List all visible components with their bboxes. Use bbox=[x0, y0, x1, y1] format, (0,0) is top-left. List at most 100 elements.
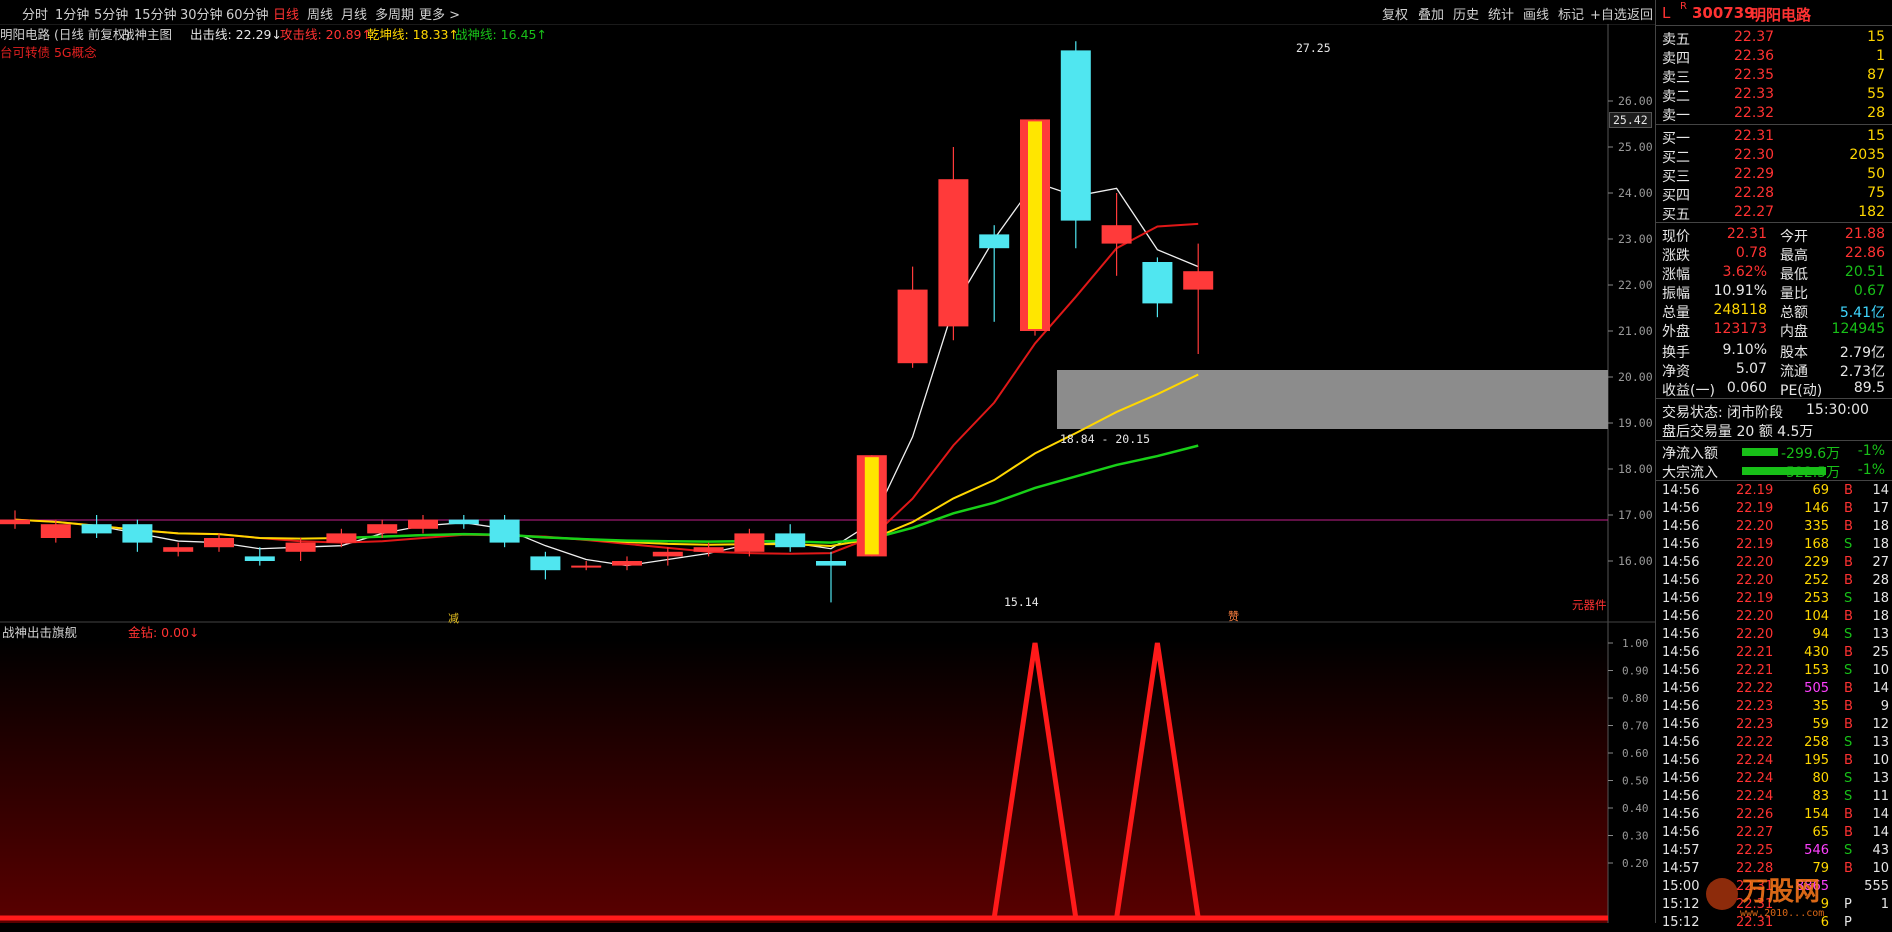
tick-count: 10 bbox=[1872, 663, 1889, 678]
price-label: 19.00 bbox=[1618, 416, 1653, 430]
tick-row: 14:56 22.20 335 B 18 bbox=[1656, 518, 1892, 536]
ask-row: 卖四 22.36 1 bbox=[1656, 47, 1892, 67]
ask-label: 卖四 bbox=[1662, 51, 1690, 67]
quote-panel: L R 300739 明阳电路 卖五 22.37 15 卖四 22.36 1 卖三 22.35… bbox=[1655, 0, 1892, 930]
ask-row: 卖二 22.33 55 bbox=[1656, 85, 1892, 105]
tick-price: 22.20 bbox=[1736, 609, 1774, 624]
stat-label: 换手 bbox=[1662, 345, 1690, 361]
tick-time: 14:56 bbox=[1662, 537, 1700, 552]
stock-code: 300739 bbox=[1692, 4, 1755, 22]
stat-value: 123173 bbox=[1713, 321, 1767, 337]
flow-pct: -1% bbox=[1857, 462, 1885, 478]
tick-price: 22.27 bbox=[1736, 825, 1774, 840]
tick-row: 14:56 22.19 168 S 18 bbox=[1656, 536, 1892, 554]
tick-row: 14:56 22.24 195 B 10 bbox=[1656, 752, 1892, 770]
bid-label: 买一 bbox=[1662, 131, 1690, 147]
sub-axis-label: 0.40 bbox=[1622, 802, 1649, 815]
zhanshen-line bbox=[341, 444, 1199, 544]
stat-row: 振幅 10.91% 量比 0.67 bbox=[1656, 282, 1892, 302]
candle-body bbox=[244, 556, 275, 561]
tick-volume: 35 bbox=[1812, 699, 1829, 714]
ask-row: 卖三 22.35 87 bbox=[1656, 66, 1892, 86]
candle-body bbox=[612, 561, 642, 566]
ask-volume: 28 bbox=[1867, 105, 1885, 121]
sub-chart-bg bbox=[0, 640, 1608, 923]
candle-body bbox=[40, 524, 71, 538]
tick-count: 9 bbox=[1880, 699, 1889, 714]
tick-row: 14:56 22.27 65 B 14 bbox=[1656, 824, 1892, 842]
tick-price: 22.24 bbox=[1736, 789, 1774, 804]
tick-row: 14:56 22.23 59 B 12 bbox=[1656, 716, 1892, 734]
candle-body bbox=[489, 519, 520, 543]
ask-label: 卖二 bbox=[1662, 89, 1690, 105]
bid-volume: 50 bbox=[1867, 166, 1885, 182]
tick-volume: 65 bbox=[1812, 825, 1829, 840]
tick-row: 14:56 22.19 253 S 18 bbox=[1656, 590, 1892, 608]
candle-body bbox=[530, 556, 561, 571]
tick-volume: 83 bbox=[1812, 789, 1829, 804]
tick-count: 12 bbox=[1872, 717, 1889, 732]
ask-price: 22.33 bbox=[1734, 86, 1775, 102]
stat-value: 20.51 bbox=[1844, 264, 1885, 280]
low-annotation: 15.14 bbox=[1004, 595, 1039, 609]
tick-time: 14:56 bbox=[1662, 771, 1700, 786]
tick-price: 22.19 bbox=[1736, 501, 1774, 516]
bid-volume: 15 bbox=[1867, 128, 1885, 144]
tick-row: 14:56 22.22 505 B 14 bbox=[1656, 680, 1892, 698]
tick-time: 14:56 bbox=[1662, 591, 1700, 606]
bid-price: 22.28 bbox=[1734, 185, 1775, 201]
tick-volume: 430 bbox=[1804, 645, 1829, 660]
tick-volume: 153 bbox=[1804, 663, 1829, 678]
tick-count: 13 bbox=[1872, 771, 1889, 786]
tick-count: 18 bbox=[1872, 609, 1889, 624]
price-label: 21.00 bbox=[1618, 324, 1653, 338]
stock-name: 明阳电路 bbox=[1751, 6, 1812, 24]
candle-body bbox=[1142, 262, 1173, 304]
candle-body bbox=[1101, 225, 1132, 244]
sub-axis-label: 0.60 bbox=[1622, 747, 1649, 760]
tick-time: 14:56 bbox=[1662, 645, 1700, 660]
tick-side: B bbox=[1844, 555, 1853, 570]
price-label: 20.00 bbox=[1618, 370, 1653, 384]
tick-count: 14 bbox=[1872, 483, 1889, 498]
tick-time: 14:56 bbox=[1662, 735, 1700, 750]
kline-chart[interactable]: 26.00 25.00 24.00 23.00 22.00 21.00 20.00 19.00… bbox=[0, 0, 1655, 923]
candle-body bbox=[652, 551, 683, 557]
tick-count: 17 bbox=[1872, 501, 1889, 516]
candle-body bbox=[0, 519, 30, 525]
tick-volume: 94 bbox=[1812, 627, 1829, 642]
tick-side: B bbox=[1844, 501, 1853, 516]
tick-price: 22.25 bbox=[1736, 843, 1774, 858]
ask-label: 卖五 bbox=[1662, 32, 1690, 48]
sub-chart-title[interactable]: 战神出击旗舰 bbox=[2, 622, 77, 641]
bid-row: 买三 22.29 50 bbox=[1656, 165, 1892, 185]
ask-label: 卖一 bbox=[1662, 108, 1690, 124]
stat-row: 外盘 123173 内盘 124945 bbox=[1656, 320, 1892, 340]
tick-volume: 69 bbox=[1812, 483, 1829, 498]
tick-side: S bbox=[1844, 627, 1853, 642]
tick-price: 22.24 bbox=[1736, 753, 1774, 768]
tick-volume: 168 bbox=[1804, 537, 1829, 552]
flow-label: 大宗流入 bbox=[1662, 465, 1718, 481]
bid-row: 买一 22.31 15 bbox=[1656, 127, 1892, 147]
flow-label: 净流入额 bbox=[1662, 446, 1718, 462]
tick-side: B bbox=[1844, 825, 1853, 840]
tick-side: S bbox=[1844, 789, 1853, 804]
bid-row: 买五 22.27 182 bbox=[1656, 203, 1892, 223]
tick-volume: 104 bbox=[1804, 609, 1829, 624]
stat-label: 振幅 bbox=[1662, 286, 1690, 302]
tick-row: 14:56 22.22 258 S 13 bbox=[1656, 734, 1892, 752]
tick-row: 14:56 22.20 94 S 13 bbox=[1656, 626, 1892, 644]
tick-time: 14:56 bbox=[1662, 573, 1700, 588]
support-zone bbox=[1057, 370, 1608, 429]
bid-volume: 182 bbox=[1858, 204, 1885, 220]
quote-sup: R bbox=[1680, 1, 1687, 12]
stat-label: 内盘 bbox=[1780, 324, 1808, 340]
sub-axis-label: 1.00 bbox=[1622, 637, 1649, 650]
stat-label: 外盘 bbox=[1662, 324, 1690, 340]
candle-body bbox=[816, 561, 846, 566]
ask-row: 卖一 22.32 28 bbox=[1656, 104, 1892, 124]
watermark-logo: 万股网 www.2010...com bbox=[1706, 877, 1824, 919]
ask-volume: 1 bbox=[1876, 48, 1885, 64]
tick-price: 22.23 bbox=[1736, 699, 1774, 714]
